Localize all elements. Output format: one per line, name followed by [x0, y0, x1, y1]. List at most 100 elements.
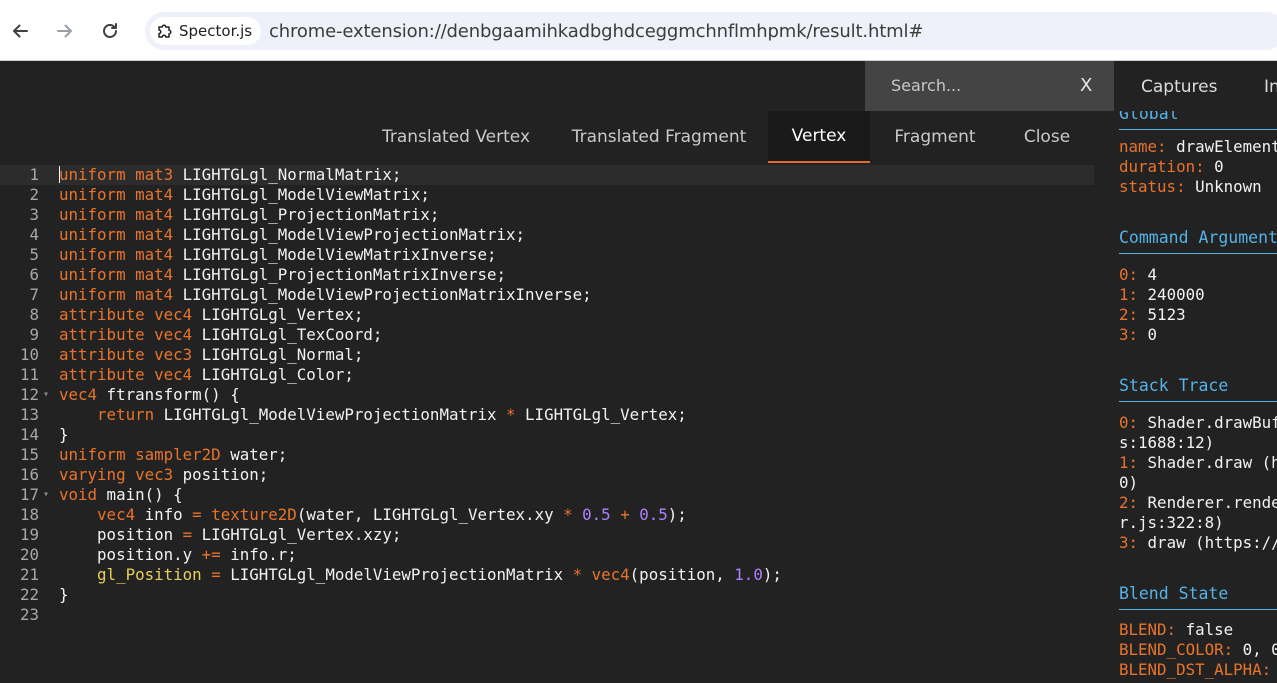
code-line[interactable]: 2 uniform mat4 LIGHTGLgl_ModelViewMatrix; [0, 185, 1094, 205]
code-text: attribute vec4 LIGHTGLgl_Vertex; [59, 305, 363, 325]
back-button[interactable] [6, 17, 34, 45]
code-line[interactable]: 7 uniform mat4 LIGHTGLgl_ModelViewProject… [0, 285, 1094, 305]
forward-arrow-icon [57, 24, 72, 38]
tab-fragment[interactable]: Fragment [880, 111, 990, 163]
code-text: uniform mat4 LIGHTGLgl_ProjectionMatrix; [59, 205, 439, 225]
code-token: vec3 [154, 345, 193, 364]
code-line[interactable]: 15 uniform sampler2D water; [0, 445, 1094, 465]
code-line[interactable]: 6 uniform mat4 LIGHTGLgl_ProjectionMatrix… [0, 265, 1094, 285]
code-token: info.r; [220, 545, 297, 564]
fold-arrow-icon[interactable]: ▾ [43, 485, 49, 505]
code-line[interactable]: 13 return LIGHTGLgl_ModelViewProjectionM… [0, 405, 1094, 425]
code-line[interactable]: 20 position.y += info.r; [0, 545, 1094, 565]
address-bar[interactable]: Spector.js chrome-extension://denbgaamih… [145, 12, 1277, 50]
blend-row: BLEND_COLOR: 0, 0 [1119, 640, 1277, 659]
tab-close[interactable]: Close [1004, 111, 1090, 163]
code-line[interactable]: 5 uniform mat4 LIGHTGLgl_ModelViewMatrixI… [0, 245, 1094, 265]
extension-chip[interactable]: Spector.js [150, 17, 262, 45]
code-line[interactable]: 12 ▾ vec4 ftransform() { [0, 385, 1094, 405]
line-number: 11 [19, 365, 39, 384]
line-number: 1 [29, 165, 39, 184]
forward-button[interactable] [51, 17, 79, 45]
code-token: main() { [97, 485, 183, 504]
code-line[interactable]: 9 attribute vec4 LIGHTGLgl_TexCoord; [0, 325, 1094, 345]
search-input[interactable]: Search... [891, 76, 961, 95]
line-number: 17 [19, 485, 39, 504]
code-token: = [182, 525, 193, 544]
code-token: mat4 [135, 185, 174, 204]
line-number: 15 [19, 445, 39, 464]
line-number: 23 [19, 605, 39, 624]
code-token: vec4 [59, 385, 98, 404]
code-token: gl_Position [97, 565, 202, 584]
tab-translated-fragment[interactable]: Translated Fragment [555, 111, 763, 163]
command-arguments-divider [1119, 253, 1277, 254]
code-token: uniform [59, 445, 126, 464]
code-line[interactable]: 16 varying vec3 position; [0, 465, 1094, 485]
global-name: name: drawElements [1119, 137, 1277, 156]
code-token: 1.0 [734, 565, 763, 584]
stack-trace-divider [1119, 401, 1277, 402]
line-number: 3 [29, 205, 39, 224]
global-duration: duration: 0 [1119, 157, 1224, 176]
code-text: uniform mat3 LIGHTGLgl_NormalMatrix; [59, 165, 401, 185]
line-number: 6 [29, 265, 39, 284]
code-token: mat4 [135, 225, 174, 244]
tab-vertex[interactable]: Vertex [768, 111, 870, 163]
code-token: LIGHTGLgl_Vertex; [192, 305, 364, 324]
code-token: mat4 [135, 205, 174, 224]
code-line[interactable]: 18 vec4 info = texture2D(water, LIGHTGLg… [0, 505, 1094, 525]
line-number: 8 [29, 305, 39, 324]
url-text[interactable]: chrome-extension://denbgaamihkadbghdcegg… [269, 21, 923, 42]
code-line[interactable]: 1 uniform mat3 LIGHTGLgl_NormalMatrix; [0, 165, 1094, 185]
blend-state-title: Blend State [1119, 584, 1229, 603]
code-text: attribute vec4 LIGHTGLgl_TexCoord; [59, 325, 382, 345]
code-text: } [59, 585, 69, 605]
global-status: status: Unknown [1119, 177, 1262, 196]
code-line[interactable]: 23 [0, 605, 1094, 625]
shader-code-editor[interactable]: 1 uniform mat3 LIGHTGLgl_NormalMatrix; 2 un… [0, 165, 1094, 683]
line-number: 9 [29, 325, 39, 344]
captures-tab[interactable]: Captures [1141, 77, 1217, 97]
code-text: varying vec3 position; [59, 465, 268, 485]
code-text: uniform sampler2D water; [59, 445, 287, 465]
code-line[interactable]: 3 uniform mat4 LIGHTGLgl_ProjectionMatrix… [0, 205, 1094, 225]
fold-arrow-icon[interactable]: ▾ [43, 385, 49, 405]
tab-translated-vertex[interactable]: Translated Vertex [366, 111, 546, 163]
reload-button[interactable] [96, 17, 124, 45]
reload-icon [103, 23, 117, 38]
code-token: 0.5 [639, 505, 668, 524]
code-token: LIGHTGLgl_ModelViewProjectionMatrix [220, 565, 573, 584]
code-line[interactable]: 19 position = LIGHTGLgl_Vertex.xzy; [0, 525, 1094, 545]
code-line[interactable]: 8 attribute vec4 LIGHTGLgl_Vertex; [0, 305, 1094, 325]
code-token: = [192, 505, 202, 524]
code-token: attribute [59, 325, 145, 344]
code-text: vec4 ftransform() { [59, 385, 240, 405]
code-token: vec4 [591, 565, 630, 584]
code-token: + [620, 505, 630, 524]
command-arguments-title: Command Arguments [1119, 228, 1277, 247]
code-line[interactable]: 10 attribute vec3 LIGHTGLgl_Normal; [0, 345, 1094, 365]
search-clear-button[interactable]: X [1080, 75, 1092, 96]
search-box[interactable]: Search... X [865, 61, 1114, 111]
code-token: } [59, 425, 69, 444]
code-token: sampler2D [135, 445, 221, 464]
information-tab[interactable]: In [1264, 77, 1277, 97]
code-line[interactable]: 22} [0, 585, 1094, 605]
code-token: varying [59, 465, 126, 484]
global-title: Global [1119, 111, 1179, 123]
code-token: vec4 [154, 365, 193, 384]
code-token: LIGHTGLgl_ModelViewMatrix; [173, 185, 430, 204]
code-line[interactable]: 21 gl_Position = LIGHTGLgl_ModelViewProj… [0, 565, 1094, 585]
stack-trace-title: Stack Trace [1119, 376, 1229, 395]
code-line[interactable]: 17 ▾ void main() { [0, 485, 1094, 505]
code-line[interactable]: 14} [0, 425, 1094, 445]
line-number: 13 [19, 405, 39, 424]
code-line[interactable]: 4 uniform mat4 LIGHTGLgl_ModelViewProject… [0, 225, 1094, 245]
code-text: uniform mat4 LIGHTGLgl_ModelViewMatrixIn… [59, 245, 497, 265]
code-line[interactable]: 11 attribute vec4 LIGHTGLgl_Color; [0, 365, 1094, 385]
